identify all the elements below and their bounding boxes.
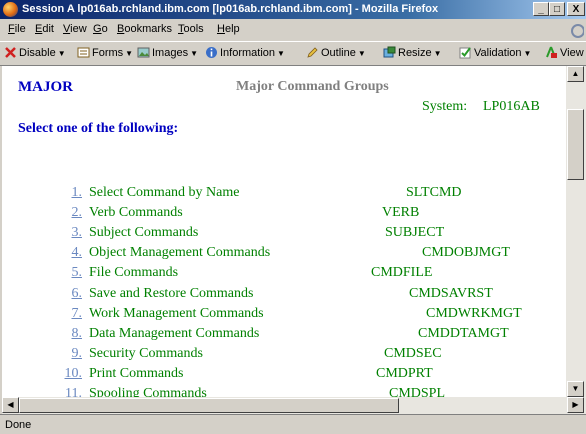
forms-menu[interactable]: Forms ▼	[77, 46, 133, 59]
option-number-link[interactable]: 8.	[52, 326, 83, 342]
disable-menu[interactable]: Disable ▼	[4, 46, 66, 59]
chevron-down-icon: ▼	[125, 49, 134, 58]
option-number-link[interactable]: 11.	[52, 386, 82, 397]
scroll-up-button[interactable]: ▲	[567, 66, 584, 82]
menu-id: MAJOR	[18, 79, 73, 95]
chevron-down-icon: ▼	[433, 49, 442, 58]
option-number-link[interactable]: 6.	[52, 286, 83, 302]
validation-label: Validation	[474, 47, 522, 59]
vertical-scroll-thumb[interactable]	[567, 109, 584, 180]
validation-menu[interactable]: Validation ▼	[459, 46, 531, 59]
resize-icon	[383, 46, 396, 58]
images-menu[interactable]: Images ▼	[137, 46, 198, 59]
outline-label: Outline	[321, 47, 356, 59]
chevron-down-icon: ▼	[357, 49, 366, 58]
option-number-link[interactable]: 4.	[52, 245, 83, 261]
vertical-scrollbar[interactable]: ▲ ▼	[566, 66, 586, 397]
chevron-down-icon: ▼	[523, 49, 532, 58]
view-source-menu[interactable]: View	[545, 46, 584, 59]
maximize-button[interactable]: □	[549, 2, 565, 16]
option-command: CMDDTAMGT	[418, 326, 509, 341]
menu-go[interactable]: Go	[93, 23, 108, 35]
close-button[interactable]: X	[567, 2, 585, 16]
option-label: Print Commands	[89, 366, 184, 381]
pencil-icon	[307, 47, 318, 58]
throbber-icon	[571, 24, 584, 38]
system-value: LP016AB	[483, 99, 540, 114]
menu-bookmarks[interactable]: Bookmarks	[117, 23, 172, 35]
images-label: Images	[152, 47, 189, 59]
chevron-down-icon: ▼	[57, 49, 66, 58]
information-menu[interactable]: Information ▼	[205, 46, 285, 59]
option-number-link[interactable]: 9.	[52, 346, 83, 362]
menu-help[interactable]: Help	[217, 23, 240, 35]
menu-tools[interactable]: Tools	[178, 23, 204, 35]
option-number-link[interactable]: 1.	[52, 185, 83, 201]
images-icon	[137, 47, 150, 58]
option-command: SLTCMD	[406, 185, 462, 200]
option-command: CMDFILE	[371, 265, 433, 280]
option-command: CMDPRT	[376, 366, 433, 381]
option-label: File Commands	[89, 265, 179, 280]
option-label: Save and Restore Commands	[89, 286, 254, 301]
page-title: Major Command Groups	[236, 79, 389, 94]
disable-icon	[5, 47, 16, 58]
window-title: Session A lp016ab.rchland.ibm.com [lp016…	[22, 3, 439, 15]
option-label: Select Command by Name	[89, 185, 240, 200]
option-label: Object Management Commands	[89, 245, 271, 260]
horizontal-scrollbar[interactable]: ◀ ▶	[2, 397, 586, 414]
option-number-link[interactable]: 10.	[52, 366, 83, 382]
outline-menu[interactable]: Outline ▼	[306, 46, 366, 59]
scroll-down-button[interactable]: ▼	[567, 381, 584, 397]
option-command: CMDOBJMGT	[422, 245, 510, 260]
option-command: CMDSPL	[389, 386, 446, 397]
option-number-link[interactable]: 3.	[52, 225, 83, 241]
chevron-down-icon: ▼	[277, 49, 285, 58]
option-label: Security Commands	[89, 346, 203, 361]
option-command: CMDWRKMGT	[426, 306, 522, 321]
menu-bar: File Edit View Go Bookmarks Tools Help	[0, 19, 586, 40]
option-command: VERB	[382, 205, 420, 220]
option-label: Spooling Commands	[89, 386, 207, 397]
option-command: CMDSAVRST	[409, 286, 493, 301]
page-content: MAJOR Major Command Groups System: LP016…	[2, 66, 566, 397]
system-label: System:	[422, 99, 468, 114]
menu-view[interactable]: View	[63, 23, 87, 35]
minimize-button[interactable]: _	[533, 2, 549, 16]
option-number-link[interactable]: 5.	[52, 265, 83, 281]
option-number-link[interactable]: 7.	[52, 306, 83, 322]
horizontal-scroll-thumb[interactable]	[19, 398, 399, 413]
option-label: Data Management Commands	[89, 326, 260, 341]
forms-label: Forms	[92, 47, 124, 59]
menu-edit[interactable]: Edit	[35, 23, 54, 35]
disable-label: Disable	[19, 47, 56, 59]
select-prompt: Select one of the following:	[18, 121, 179, 136]
firefox-icon	[3, 2, 18, 17]
option-number-link[interactable]: 2.	[52, 205, 83, 221]
view-source-icon	[546, 46, 557, 58]
resize-menu[interactable]: Resize ▼	[383, 46, 442, 59]
option-command: CMDSEC	[384, 346, 442, 361]
chevron-down-icon: ▼	[190, 49, 198, 58]
forms-icon	[77, 47, 90, 58]
scroll-left-button[interactable]: ◀	[2, 397, 19, 413]
information-icon	[206, 47, 217, 58]
option-label: Verb Commands	[89, 205, 183, 220]
scroll-right-button[interactable]: ▶	[567, 397, 584, 413]
status-bar: Done	[0, 414, 586, 434]
resize-label: Resize	[398, 47, 432, 59]
option-label: Subject Commands	[89, 225, 199, 240]
option-label: Work Management Commands	[89, 306, 264, 321]
information-label: Information	[220, 47, 276, 59]
web-developer-toolbar: Disable ▼ Forms ▼ Images ▼ Information ▼ Out…	[0, 41, 586, 66]
option-command: SUBJECT	[385, 225, 445, 240]
title-bar: Session A lp016ab.rchland.ibm.com [lp016…	[0, 0, 586, 19]
checkmark-icon	[459, 47, 471, 59]
status-text: Done	[5, 419, 32, 431]
view-label: View	[560, 47, 584, 59]
menu-file[interactable]: File	[8, 23, 26, 35]
